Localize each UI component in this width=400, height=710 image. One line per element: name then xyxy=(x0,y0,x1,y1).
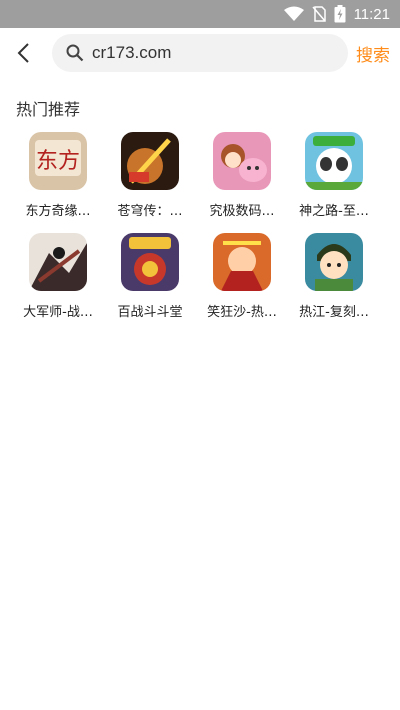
app-name: 笑狂沙-热… xyxy=(207,305,277,320)
search-icon xyxy=(66,44,84,62)
app-icon xyxy=(29,233,87,291)
app-name: 热江-复刻… xyxy=(299,305,369,320)
search-button[interactable]: 搜索 xyxy=(356,41,390,66)
search-box[interactable] xyxy=(52,34,348,72)
app-item[interactable]: 苍穹传：… xyxy=(104,132,196,219)
app-icon: 东方 xyxy=(29,132,87,190)
search-input[interactable] xyxy=(90,42,324,64)
app-name: 大军师-战… xyxy=(23,305,93,320)
app-name: 百战斗斗堂 xyxy=(117,305,183,320)
search-header: 搜索 xyxy=(0,28,400,78)
status-time: 11:21 xyxy=(353,5,390,23)
app-icon xyxy=(305,233,363,291)
app-name: 东方奇缘… xyxy=(25,204,91,219)
app-icon xyxy=(213,233,271,291)
status-bar: 11:21 xyxy=(0,0,400,28)
app-item[interactable]: 大军师-战… xyxy=(12,233,104,320)
app-name: 苍穹传：… xyxy=(117,204,183,219)
app-icon xyxy=(305,132,363,190)
app-icon xyxy=(121,233,179,291)
back-button[interactable] xyxy=(10,33,36,73)
app-item[interactable]: 东方 东方奇缘… xyxy=(12,132,104,219)
app-item[interactable]: 究极数码… xyxy=(196,132,288,219)
app-item[interactable]: 笑狂沙-热… xyxy=(196,233,288,320)
app-icon xyxy=(121,132,179,190)
chevron-left-icon xyxy=(17,43,29,63)
hot-apps-grid: 东方 东方奇缘… 苍穹传：… 究极数码… 神之路-至… 大军师-战… 百战斗斗堂 xyxy=(12,132,400,320)
app-item[interactable]: 神之路-至… xyxy=(288,132,380,219)
svg-text:东方: 东方 xyxy=(36,149,80,174)
app-item[interactable]: 百战斗斗堂 xyxy=(104,233,196,320)
wifi-icon xyxy=(283,6,304,21)
app-name: 神之路-至… xyxy=(299,204,369,219)
app-name: 究极数码… xyxy=(209,204,275,219)
app-icon xyxy=(213,132,271,190)
battery-icon xyxy=(334,5,346,23)
section-title: 热门推荐 xyxy=(16,100,81,119)
no-sim-icon xyxy=(311,6,326,22)
app-item[interactable]: 热江-复刻… xyxy=(288,233,380,320)
